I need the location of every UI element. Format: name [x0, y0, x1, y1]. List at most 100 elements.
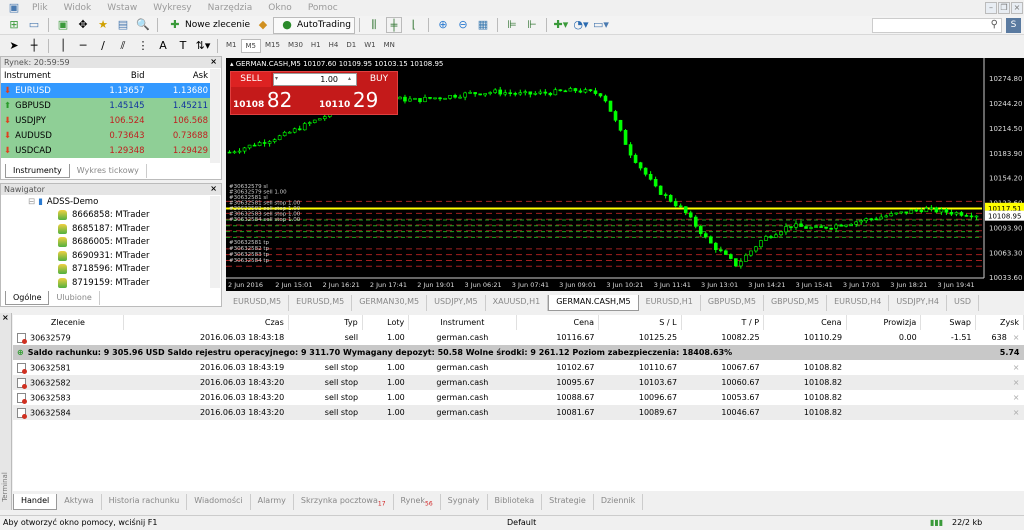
tab-ogolne[interactable]: Ogólne: [5, 291, 50, 305]
candlestick-icon[interactable]: ╪: [385, 17, 402, 33]
col-bid[interactable]: Bid: [84, 68, 147, 83]
terminal-tab[interactable]: Dziennik: [594, 494, 644, 510]
col-header[interactable]: Czas: [123, 315, 289, 330]
zoom-out-icon[interactable]: ⊖: [455, 17, 471, 33]
autoscroll-icon[interactable]: ⊫: [504, 17, 520, 33]
cursor-icon[interactable]: ➤: [6, 38, 22, 54]
account-item[interactable]: 8686005: MTrader: [1, 236, 221, 250]
profiles-icon[interactable]: ▭: [26, 17, 42, 33]
account-item[interactable]: 8718596: MTrader: [1, 263, 221, 277]
lots-input[interactable]: 1.00: [273, 73, 357, 86]
terminal-tab[interactable]: Wiadomości: [187, 494, 251, 510]
strategy-tester-icon[interactable]: 🔍: [135, 17, 151, 33]
lots-increase[interactable]: ▴: [348, 75, 351, 82]
terminal-tab[interactable]: Handel: [13, 494, 58, 510]
menu-pomoc[interactable]: Pomoc: [308, 3, 338, 13]
data-window-icon[interactable]: ✥: [75, 17, 91, 33]
navigator-icon[interactable]: ★: [95, 17, 111, 33]
col-header[interactable]: Instrument: [408, 315, 517, 330]
search-input[interactable]: ⚲: [872, 18, 1002, 33]
timeframe-d1[interactable]: D1: [342, 39, 360, 53]
order-row[interactable]: 30632582 2016.06.03 18:43:20 sell stop 1.00…: [13, 375, 1024, 390]
crosshair-icon[interactable]: ┼: [26, 38, 42, 54]
timeframe-h1[interactable]: H1: [307, 39, 325, 53]
text-label-icon[interactable]: T: [175, 38, 191, 54]
tab-wykres-tickowy[interactable]: Wykres tickowy: [70, 164, 147, 178]
timeframe-m5[interactable]: M5: [240, 38, 261, 53]
account-item[interactable]: 8685187: MTrader: [1, 222, 221, 236]
col-instrument[interactable]: Instrument: [1, 68, 84, 83]
lots-decrease[interactable]: ▾: [275, 75, 278, 82]
col-header[interactable]: Typ: [288, 315, 363, 330]
close-order-icon[interactable]: ×: [1013, 393, 1020, 402]
order-row[interactable]: 30632581 2016.06.03 18:43:19 sell stop 1.00…: [13, 360, 1024, 375]
minimize-button[interactable]: –: [985, 2, 997, 14]
market-row[interactable]: ⬇ EURUSD 1.13657 1.13680: [1, 83, 211, 98]
col-header[interactable]: Loty: [362, 315, 410, 330]
account-item[interactable]: 8719159: MTrader: [1, 276, 221, 290]
col-header[interactable]: Swap: [920, 315, 977, 330]
close-order-icon[interactable]: ×: [1013, 378, 1020, 387]
chart-tab[interactable]: GERMAN.CASH,M5: [548, 295, 639, 311]
chart-tab[interactable]: EURUSD,H1: [639, 295, 701, 311]
timeframe-mn[interactable]: MN: [380, 39, 399, 53]
trendline-icon[interactable]: ∕: [95, 38, 111, 54]
arrows-icon[interactable]: ⇅▾: [195, 38, 211, 54]
bar-chart-icon[interactable]: ⫼: [366, 17, 382, 33]
close-order-icon[interactable]: ×: [1013, 408, 1020, 417]
chart-tab[interactable]: GBPUSD,M5: [701, 295, 764, 311]
search-icon[interactable]: ⚲: [991, 19, 998, 30]
tab-instrumenty[interactable]: Instrumenty: [5, 164, 70, 178]
menu-wykresy[interactable]: Wykresy: [153, 3, 191, 13]
col-header[interactable]: S / L: [598, 315, 682, 330]
col-header[interactable]: Zlecenie: [13, 315, 124, 330]
account-item[interactable]: 8666858: MTrader: [1, 209, 221, 223]
terminal-tab[interactable]: Aktywa: [57, 494, 102, 510]
market-watch-scrollbar[interactable]: [210, 69, 220, 163]
timeframe-m15[interactable]: M15: [261, 39, 284, 53]
metaeditor-icon[interactable]: ◆: [255, 17, 271, 33]
new-chart-icon[interactable]: ⊞: [6, 17, 22, 33]
signals-icon[interactable]: S: [1006, 18, 1021, 33]
horizontal-line-icon[interactable]: ─: [75, 38, 91, 54]
tree-server[interactable]: ⊟ ▮ ADSS-Demo: [1, 195, 221, 209]
order-row[interactable]: 30632583 2016.06.03 18:43:20 sell stop 1.00…: [13, 390, 1024, 405]
market-row[interactable]: ⬇ USDJPY 106.524 106.568: [1, 113, 211, 128]
close-window-button[interactable]: ×: [1011, 2, 1023, 14]
buy-price[interactable]: 10110 29: [319, 88, 399, 114]
chart-tab[interactable]: EURUSD,M5: [289, 295, 353, 311]
terminal-tab[interactable]: Alarmy: [251, 494, 294, 510]
col-header[interactable]: Cena: [763, 315, 847, 330]
timeframe-h4[interactable]: H4: [325, 39, 343, 53]
terminal-tab[interactable]: Sygnały: [441, 494, 488, 510]
chart-tab[interactable]: USDJPY,H4: [889, 295, 947, 311]
chart-tab[interactable]: EURUSD,H4: [827, 295, 890, 311]
col-header[interactable]: Cena: [516, 315, 600, 330]
market-row[interactable]: ⬇ AUDUSD 0.73643 0.73688: [1, 128, 211, 143]
indicators-icon[interactable]: ✚▾: [553, 17, 569, 33]
close-terminal-icon[interactable]: ×: [2, 313, 9, 322]
terminal-tab[interactable]: Rynek56: [394, 494, 441, 510]
tab-ulubione[interactable]: Ulubione: [49, 291, 100, 305]
order-row[interactable]: 30632579 2016.06.03 18:43:18 sell 1.00 germa…: [13, 330, 1024, 345]
menu-wstaw[interactable]: Wstaw: [107, 3, 137, 13]
menu-narzedzia[interactable]: Narzędzia: [208, 3, 253, 13]
chart-shift-icon[interactable]: ⊩: [524, 17, 540, 33]
menu-plik[interactable]: Plik: [32, 3, 48, 13]
autotrading-button[interactable]: ● AutoTrading: [273, 16, 355, 34]
col-header[interactable]: Zysk: [975, 315, 1024, 330]
navigator-scrollbar[interactable]: [210, 196, 220, 288]
terminal-tab[interactable]: Historia rachunku: [102, 494, 188, 510]
close-order-icon[interactable]: ×: [1013, 333, 1020, 342]
timeframe-w1[interactable]: W1: [360, 39, 379, 53]
chart-tab[interactable]: USDJPY,M5: [427, 295, 486, 311]
equidistant-channel-icon[interactable]: ⫽: [115, 38, 131, 54]
terminal-tab[interactable]: Biblioteka: [488, 494, 543, 510]
menu-widok[interactable]: Widok: [64, 3, 92, 13]
col-header[interactable]: T / P: [681, 315, 765, 330]
templates-icon[interactable]: ▭▾: [593, 17, 609, 33]
collapse-icon[interactable]: ⊟: [28, 197, 35, 207]
account-item[interactable]: 8690931: MTrader: [1, 249, 221, 263]
market-watch-icon[interactable]: ▣: [55, 17, 71, 33]
status-profile[interactable]: Default: [507, 516, 536, 530]
